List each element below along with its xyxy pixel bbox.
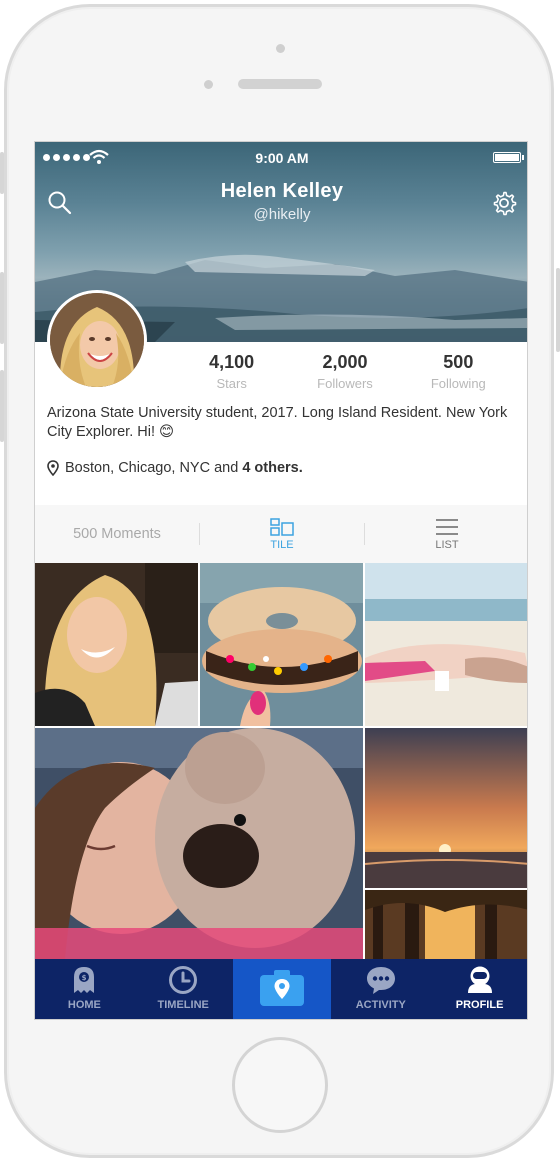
status-bar: 9:00 AM <box>35 142 527 174</box>
profile-name: Helen Kelley <box>220 180 344 202</box>
nav-timeline[interactable]: TIMELINE <box>134 959 233 1019</box>
battery-icon <box>493 152 521 163</box>
moment-donut-photo[interactable] <box>200 563 363 726</box>
astronaut-profile-icon <box>467 966 492 993</box>
moment-sunset-photo[interactable] <box>365 728 527 888</box>
nav-profile[interactable]: PROFILE <box>430 959 527 1019</box>
tab-tile-label: TILE <box>270 538 294 551</box>
stat-followers[interactable]: 2,000 Followers <box>288 352 401 391</box>
bottom-nav: $ HOME TIMELINE ACTIVITY PROFILE <box>35 959 527 1019</box>
stat-value: 4,100 <box>209 352 255 372</box>
gear-icon[interactable] <box>491 190 517 216</box>
list-icon <box>436 518 458 535</box>
power-button <box>556 268 560 352</box>
stat-value: 2,000 <box>322 352 368 372</box>
moment-forest-photo[interactable] <box>365 890 527 959</box>
tab-tile[interactable]: TILE <box>200 517 364 551</box>
proximity-sensor <box>204 80 213 89</box>
moments-count: 500 Moments <box>73 526 161 542</box>
tab-list-label: LIST <box>435 538 459 551</box>
nav-home-label: HOME <box>67 999 101 1011</box>
chat-bubble-icon <box>366 967 395 994</box>
moment-selfie-photo[interactable] <box>35 563 198 726</box>
view-tabs: 500 Moments TILE LIST <box>35 505 527 563</box>
nav-profile-label: PROFILE <box>455 999 504 1011</box>
volume-down-button <box>0 370 4 442</box>
camera-icon <box>259 970 304 1006</box>
home-button[interactable] <box>232 1037 328 1133</box>
location-more-link[interactable]: 4 others. <box>242 460 302 476</box>
clock-icon <box>169 966 198 994</box>
mute-switch <box>0 152 4 194</box>
volume-up-button <box>0 272 4 344</box>
stat-label: Following <box>430 376 486 391</box>
moment-beach-photo[interactable] <box>365 563 527 726</box>
moment-teddy-bear-photo[interactable] <box>35 728 363 959</box>
stat-value: 500 <box>443 352 474 372</box>
profile-bio: Arizona State University student, 2017. … <box>47 405 508 440</box>
nav-home[interactable]: $ HOME <box>35 959 134 1019</box>
profile-handle: @hikelly <box>253 206 311 223</box>
tab-list[interactable]: LIST <box>365 518 527 551</box>
app-screen: 9:00 AM Helen Kelley @hikelly 4,100 Star… <box>34 141 528 1020</box>
stat-label: Stars <box>216 376 247 391</box>
status-time: 9:00 AM <box>255 150 309 166</box>
earpiece-speaker <box>238 79 322 89</box>
moments-grid <box>35 563 527 959</box>
nav-activity[interactable]: ACTIVITY <box>331 959 430 1019</box>
profile-location[interactable]: Boston, Chicago, NYC and 4 others. <box>47 460 517 476</box>
avatar[interactable] <box>47 290 147 390</box>
svg-text:$: $ <box>82 974 87 982</box>
stat-label: Followers <box>317 376 373 391</box>
stat-following[interactable]: 500 Following <box>402 352 515 391</box>
battery-tip <box>522 155 524 160</box>
profile-stats: 4,100 Stars 2,000 Followers 500 Followin… <box>175 352 515 391</box>
home-ghost-icon: $ <box>74 967 95 993</box>
nav-timeline-label: TIMELINE <box>157 999 209 1011</box>
stat-stars[interactable]: 4,100 Stars <box>175 352 288 391</box>
location-text: Boston, Chicago, NYC and <box>65 460 243 476</box>
nav-activity-label: ACTIVITY <box>355 999 406 1011</box>
front-camera <box>276 44 285 53</box>
nav-camera[interactable] <box>232 959 332 1019</box>
tile-icon <box>270 517 294 536</box>
location-pin-icon <box>47 460 59 476</box>
